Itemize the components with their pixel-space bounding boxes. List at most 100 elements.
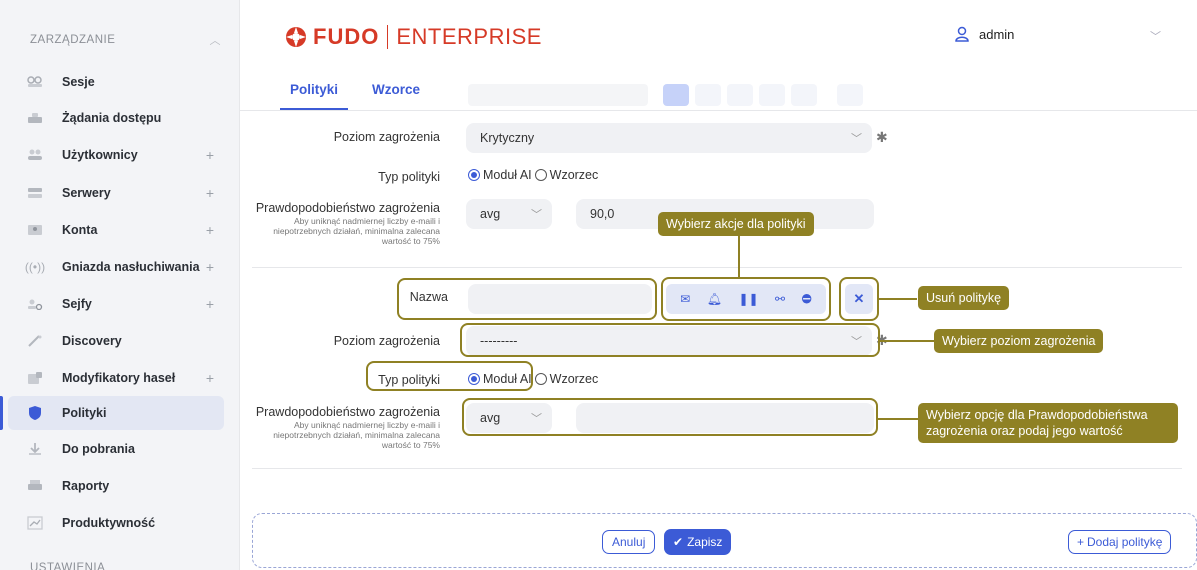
policy-type-radios: Moduł AI Wzorzec bbox=[468, 168, 598, 182]
active-indicator bbox=[0, 396, 3, 430]
logo: FUDO ENTERPRISE bbox=[285, 24, 542, 50]
ghost-actions bbox=[663, 84, 863, 106]
callout-box-threat bbox=[460, 323, 880, 357]
chevron-down-icon: ﹀ bbox=[851, 133, 862, 145]
add-safe-button[interactable]: + bbox=[206, 296, 214, 312]
callout-box-policy-type bbox=[366, 361, 533, 391]
sidebar-item-safes[interactable]: Sejfy + bbox=[8, 287, 224, 321]
policy-separator bbox=[252, 468, 1182, 469]
add-policy-button[interactable]: + Dodaj politykę bbox=[1068, 530, 1172, 554]
sidebar-item-reports[interactable]: Raporty bbox=[8, 469, 224, 503]
logo-suffix: ENTERPRISE bbox=[396, 24, 542, 49]
callout-connector bbox=[738, 236, 740, 278]
callout-box-probability bbox=[462, 398, 878, 436]
sidebar-item-access-requests[interactable]: Żądania dostępu bbox=[8, 101, 224, 135]
tab-policies[interactable]: Polityki bbox=[280, 80, 349, 110]
sidebar-item-label: Użytkownicy bbox=[62, 148, 138, 162]
threat-level-label: Poziom zagrożenia bbox=[333, 130, 440, 144]
radio-ai[interactable] bbox=[468, 169, 480, 181]
sidebar-item-productivity[interactable]: Produktywność bbox=[8, 506, 224, 540]
sidebar-item-label: Sejfy bbox=[62, 297, 92, 311]
logo-divider bbox=[387, 25, 389, 49]
policy-type-label: Typ polityki bbox=[378, 170, 440, 184]
radio-ai-label: Moduł AI bbox=[483, 168, 532, 182]
add-listener-button[interactable]: + bbox=[206, 259, 214, 275]
callout-probability: Wybierz opcję dla Prawdopodobieństwa zag… bbox=[918, 403, 1178, 443]
user-icon bbox=[955, 26, 969, 42]
sidebar-item-label: Produktywność bbox=[62, 516, 156, 530]
safes-icon bbox=[26, 295, 44, 313]
accounts-icon bbox=[26, 221, 44, 239]
required-icon: ✱ bbox=[876, 129, 888, 145]
sidebar-item-password-changers[interactable]: Modyfikatory haseł + bbox=[8, 361, 224, 395]
chevron-up-icon: ︿ bbox=[209, 35, 221, 47]
sidebar-section-title: ZARZĄDZANIE bbox=[30, 34, 116, 46]
sidebar-item-listeners[interactable]: ((•)) Gniazda nasłuchiwania + bbox=[8, 250, 224, 284]
probability-mode-value: avg bbox=[480, 207, 501, 221]
password-changers-icon bbox=[26, 369, 44, 387]
save-button[interactable]: ✔ Zapisz bbox=[664, 529, 732, 555]
threat-level-label: Poziom zagrożenia bbox=[333, 334, 440, 348]
sidebar-item-label: Discovery bbox=[62, 334, 122, 348]
check-icon: ✔ bbox=[673, 535, 684, 549]
access-requests-icon bbox=[26, 109, 44, 127]
callout-connector bbox=[879, 298, 917, 300]
callout-box-name bbox=[397, 278, 657, 320]
sessions-icon bbox=[26, 73, 44, 91]
sidebar-section-settings[interactable]: USTAWIENIA bbox=[30, 562, 105, 570]
add-password-changer-button[interactable]: + bbox=[206, 370, 214, 386]
discovery-icon bbox=[26, 332, 44, 350]
probability-value: 90,0 bbox=[590, 207, 615, 221]
sidebar-item-users[interactable]: Użytkownicy + bbox=[8, 138, 224, 172]
add-user-button[interactable]: + bbox=[206, 147, 214, 163]
add-server-button[interactable]: + bbox=[206, 185, 214, 201]
sidebar-item-label: Sesje bbox=[62, 75, 95, 89]
sidebar-item-discovery[interactable]: Discovery bbox=[8, 324, 224, 358]
sidebar-item-servers[interactable]: Serwery + bbox=[8, 176, 224, 210]
radio-pattern-label: Wzorzec bbox=[549, 168, 599, 182]
sidebar-item-label: Polityki bbox=[62, 406, 107, 420]
plus-icon: + bbox=[1077, 535, 1085, 549]
reports-icon bbox=[26, 477, 44, 495]
probability-label: Prawdopodobieństwo zagrożenia bbox=[255, 201, 440, 215]
threat-level-value: Krytyczny bbox=[480, 131, 535, 145]
probability-hint: Aby uniknąć nadmiernej liczby e-maili i … bbox=[273, 420, 440, 450]
productivity-icon bbox=[26, 514, 44, 532]
sidebar-item-downloads[interactable]: Do pobrania bbox=[8, 432, 224, 466]
callout-delete: Usuń politykę bbox=[918, 286, 1010, 310]
add-account-button[interactable]: + bbox=[206, 222, 214, 238]
chevron-down-icon[interactable]: ﹀ bbox=[1150, 28, 1161, 44]
probability-hint: Aby uniknąć nadmiernej liczby e-maili i … bbox=[273, 216, 440, 246]
sidebar-item-label: Konta bbox=[62, 223, 98, 237]
sidebar-item-accounts[interactable]: Konta + bbox=[8, 213, 224, 247]
tab-patterns[interactable]: Wzorce bbox=[362, 80, 430, 110]
tab-bar: Polityki Wzorce bbox=[280, 80, 444, 110]
sidebar-section-management[interactable]: ZARZĄDZANIE ︿ bbox=[0, 24, 239, 56]
save-label: Zapisz bbox=[687, 535, 723, 549]
sidebar-item-sessions[interactable]: Sesje bbox=[8, 65, 224, 99]
listeners-icon: ((•)) bbox=[24, 260, 46, 274]
threat-level-select[interactable]: Krytyczny ﹀ bbox=[466, 123, 872, 153]
sidebar-item-label: Modyfikatory haseł bbox=[62, 371, 176, 385]
radio-pattern[interactable] bbox=[534, 373, 547, 385]
sidebar-item-label: Żądania dostępu bbox=[62, 111, 162, 125]
probability-label: Prawdopodobieństwo zagrożenia bbox=[255, 405, 440, 419]
callout-connector bbox=[880, 340, 934, 342]
probability-mode-select[interactable]: avg ﹀ bbox=[466, 199, 552, 229]
user-menu[interactable]: admin bbox=[955, 26, 1014, 42]
callout-box-delete bbox=[839, 277, 879, 321]
radio-pattern[interactable] bbox=[534, 169, 547, 181]
sidebar-item-label: Gniazda nasłuchiwania bbox=[62, 260, 200, 274]
servers-icon bbox=[26, 184, 44, 202]
cancel-button[interactable]: Anuluj bbox=[602, 530, 656, 554]
sidebar-item-label: Do pobrania bbox=[62, 442, 135, 456]
sidebar-item-label: Serwery bbox=[62, 186, 111, 200]
radio-pattern-label: Wzorzec bbox=[549, 372, 599, 386]
callout-threat: Wybierz poziom zagrożenia bbox=[934, 329, 1104, 353]
sidebar-item-policies[interactable]: Polityki bbox=[8, 396, 224, 430]
callout-connector bbox=[878, 418, 918, 420]
sidebar: ZARZĄDZANIE ︿ Sesje Żądania dostępu Użyt… bbox=[0, 0, 240, 570]
logo-brand: FUDO bbox=[313, 24, 380, 49]
policy-separator bbox=[252, 267, 1182, 268]
callout-actions: Wybierz akcje dla polityki bbox=[658, 212, 814, 236]
